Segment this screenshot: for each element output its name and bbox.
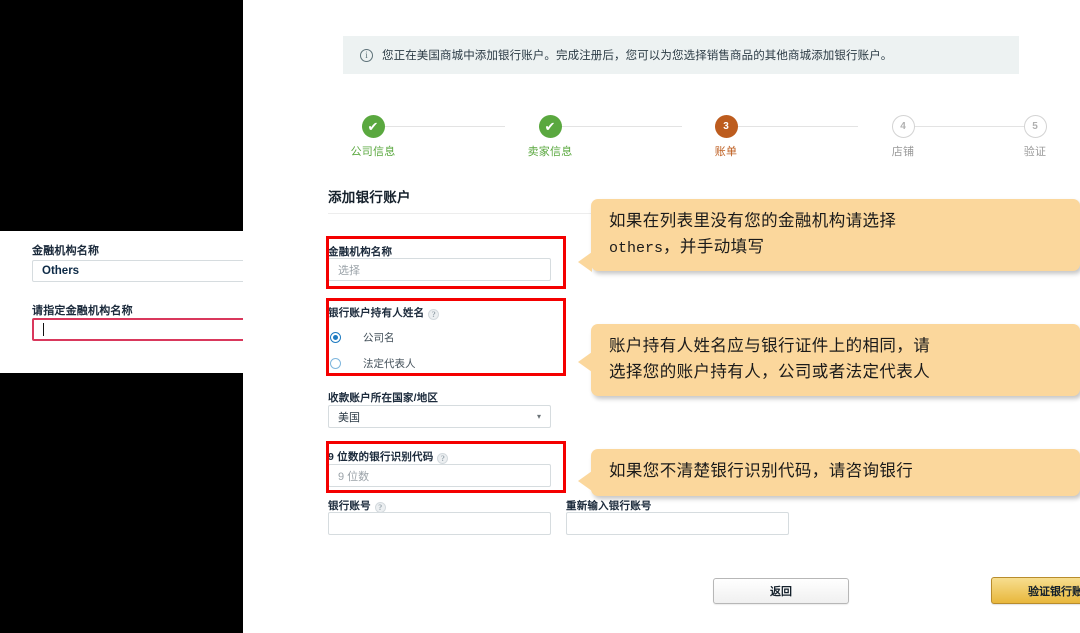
country-region-select[interactable]: 美国 ▾ — [328, 405, 551, 428]
stepper-connector — [373, 126, 505, 127]
info-banner: i 您正在美国商城中添加银行账户。完成注册后，您可以为您选择销售商品的其他商城添… — [343, 36, 1019, 74]
main-page: i 您正在美国商城中添加银行账户。完成注册后，您可以为您选择销售商品的其他商城添… — [243, 0, 1080, 633]
account-number-input[interactable] — [328, 512, 551, 535]
country-region-value: 美国 — [338, 411, 360, 424]
info-banner-text: 您正在美国商城中添加银行账户。完成注册后，您可以为您选择销售商品的其他商城添加银… — [382, 50, 893, 62]
callout-routing-line1: 如果您不清楚银行识别代码，请咨询银行 — [609, 462, 914, 480]
inset-institution-label: 金融机构名称 — [32, 245, 100, 257]
callout-holder-line1: 账户持有人姓名应与银行证件上的相同，请 — [609, 337, 931, 355]
chevron-down-icon: ▾ — [536, 412, 541, 421]
text-caret — [43, 323, 44, 336]
step-store[interactable]: 4 店铺 — [858, 115, 948, 159]
institution-name-placeholder: 选择 — [338, 264, 360, 277]
institution-name-select[interactable]: 选择 — [328, 258, 551, 281]
radio-company-label: 公司名 — [363, 332, 395, 344]
back-button[interactable]: 返回 — [713, 578, 849, 604]
stepper-connector — [726, 126, 858, 127]
institution-name-label: 金融机构名称 — [328, 246, 393, 258]
step-company-info[interactable]: ✔ 公司信息 — [328, 115, 418, 159]
help-icon[interactable]: ? — [437, 453, 449, 464]
account-number-label: 银行账号? — [328, 498, 386, 513]
step-3-label: 账单 — [714, 146, 738, 158]
routing-number-input[interactable]: 9 位数 — [328, 464, 551, 487]
step-2-label: 卖家信息 — [527, 146, 573, 158]
inset-specify-label: 请指定金融机构名称 — [32, 305, 133, 317]
step-4-dot: 4 — [891, 115, 915, 138]
account-number-confirm-input[interactable] — [566, 512, 789, 535]
registration-stepper: ✔ 公司信息 ✔ 卖家信息 3 账单 4 店铺 5 验证 — [328, 115, 1047, 161]
step-billing[interactable]: 3 账单 — [681, 115, 771, 159]
radio-option-company[interactable]: 公司名 — [330, 330, 395, 345]
step-2-dot: ✔ — [538, 115, 562, 138]
info-circle-icon: i — [360, 48, 373, 62]
routing-number-label: 9 位数的银行识别代码? — [328, 449, 449, 464]
verify-bank-account-button[interactable]: 验证银行账户 — [991, 577, 1080, 604]
page-title: 添加银行账户 — [328, 190, 411, 205]
inset-institution-value[interactable]: Others — [32, 260, 254, 282]
help-icon[interactable]: ? — [428, 309, 440, 320]
callout-routing: 如果您不清楚银行识别代码，请咨询银行 — [578, 449, 1080, 496]
step-5-label: 验证 — [1023, 146, 1047, 158]
radio-company-icon[interactable] — [330, 332, 341, 343]
country-region-label: 收款账户所在国家/地区 — [328, 392, 439, 404]
step-1-label: 公司信息 — [350, 146, 396, 158]
step-4-label: 店铺 — [891, 146, 915, 158]
step-seller-info[interactable]: ✔ 卖家信息 — [505, 115, 595, 159]
stepper-connector — [903, 126, 1035, 127]
callout-account-holder: 账户持有人姓名应与银行证件上的相同，请 选择您的账户持有人，公司或者法定代表人 — [578, 324, 1080, 397]
step-3-dot: 3 — [714, 115, 738, 138]
account-number-label-text: 银行账号 — [328, 500, 371, 512]
routing-number-placeholder: 9 位数 — [338, 470, 370, 483]
callout-holder-line2: 选择您的账户持有人，公司或者法定代表人 — [609, 362, 931, 381]
step-1-dot: ✔ — [361, 115, 385, 138]
callout-mono-others: others — [609, 239, 664, 257]
step-5-dot: 5 — [1023, 115, 1047, 138]
callout-institution: 如果在列表里没有您的金融机构请选择 others，并手动填写 — [578, 199, 1080, 273]
check-icon: ✔ — [544, 119, 556, 134]
callout-institution-line2-rest: ，并手动填写 — [663, 237, 765, 256]
stepper-connector — [550, 126, 682, 127]
radio-option-legal-rep[interactable]: 法定代表人 — [330, 356, 416, 371]
inset-specify-input[interactable] — [32, 318, 254, 341]
step-verification[interactable]: 5 验证 — [990, 115, 1080, 159]
callout-institution-line1: 如果在列表里没有您的金融机构请选择 — [609, 212, 897, 230]
radio-legal-rep-label: 法定代表人 — [363, 358, 416, 370]
account-number-confirm-label: 重新输入银行账号 — [566, 500, 652, 512]
callout-institution-line2: others，并手动填写 — [609, 235, 1064, 261]
account-holder-label-text: 银行账户持有人姓名 — [328, 307, 425, 319]
check-icon: ✔ — [367, 119, 379, 134]
account-holder-label: 银行账户持有人姓名? — [328, 305, 440, 320]
routing-number-label-text: 9 位数的银行识别代码 — [328, 451, 434, 463]
radio-legal-rep-icon[interactable] — [330, 358, 341, 369]
